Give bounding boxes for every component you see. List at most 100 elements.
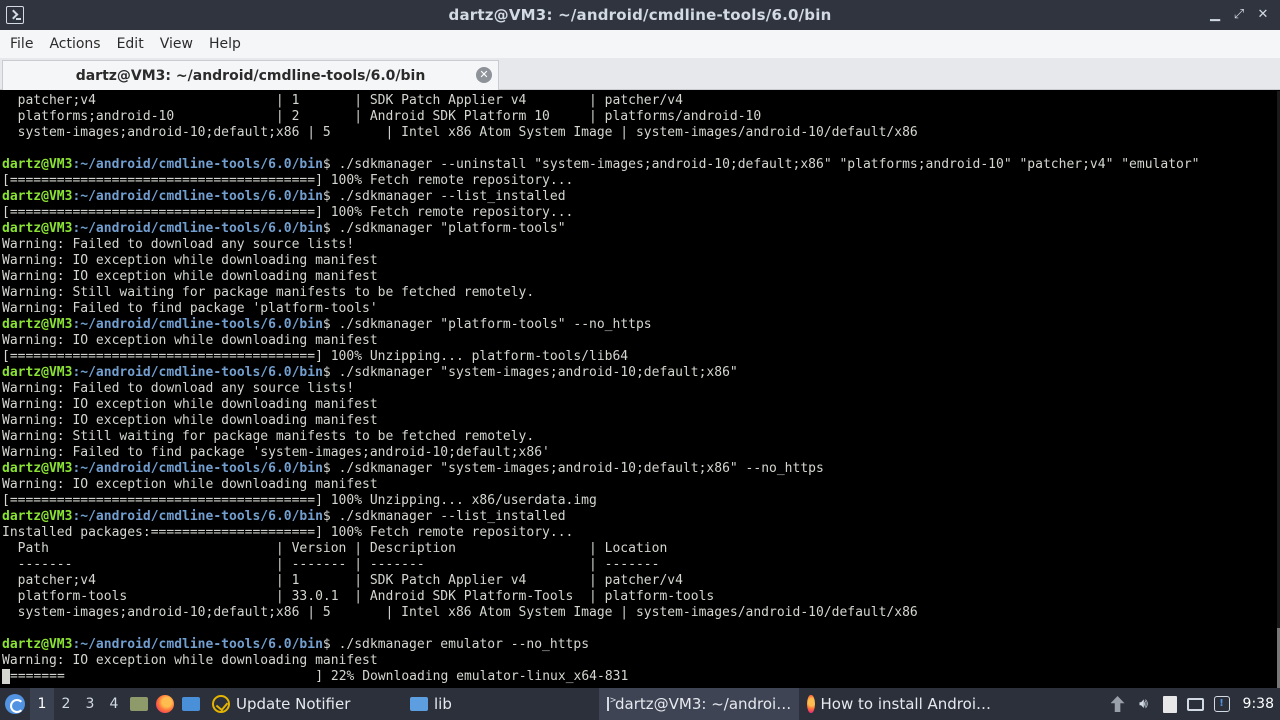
terminal-command-line: dartz@VM3:~/android/cmdline-tools/6.0/bi… xyxy=(0,509,1280,525)
terminal-output-line: Warning: Failed to find package 'system-… xyxy=(2,445,550,460)
terminal-command-line: dartz@VM3:~/android/cmdline-tools/6.0/bi… xyxy=(0,189,1280,205)
terminal-command-line: dartz@VM3:~/android/cmdline-tools/6.0/bi… xyxy=(0,637,1280,653)
terminal-output-line: Warning: Failed to download any source l… xyxy=(2,381,355,396)
prompt-suffix: $ xyxy=(322,637,339,652)
tab-bar: dartz@VM3: ~/android/cmdline-tools/6.0/b… xyxy=(0,58,1280,90)
terminal-command-line: dartz@VM3:~/android/cmdline-tools/6.0/bi… xyxy=(0,461,1280,477)
prompt-user: dartz@VM3 xyxy=(2,189,73,204)
minimize-icon[interactable]: ▁ xyxy=(1206,5,1224,23)
command-text: ./sdkmanager "platform-tools" xyxy=(338,221,566,236)
command-text: ./sdkmanager --uninstall "system-images;… xyxy=(338,157,1200,172)
terminal-output[interactable]: patcher;v4 | 1 | SDK Patch Applier v4 | … xyxy=(0,91,1280,688)
maximize-icon[interactable]: ⤢ xyxy=(1230,5,1248,23)
task-label: dartz@VM3: ~/androi… xyxy=(615,695,792,713)
task-update-notifier[interactable]: Update Notifier xyxy=(204,688,402,720)
command-text: ./sdkmanager "platform-tools" --no_https xyxy=(338,317,652,332)
terminal-icon xyxy=(607,695,616,711)
task-label: Update Notifier xyxy=(236,695,351,713)
task-label: How to install Androi… xyxy=(820,695,991,713)
taskbar: 1 2 3 4 Update Notifier lib dartz@VM3: ~… xyxy=(0,688,1280,720)
launcher-show-desktop[interactable] xyxy=(178,688,204,720)
task-browser[interactable]: How to install Androi… xyxy=(799,688,999,720)
terminal-output-line: Path | Version | Description | Location xyxy=(2,541,668,556)
terminal-output-line: Warning: Failed to download any source l… xyxy=(2,237,355,252)
command-text: ./sdkmanager --list_installed xyxy=(338,189,566,204)
desktop-icon xyxy=(182,697,200,711)
menu-actions[interactable]: Actions xyxy=(41,30,108,58)
prompt-path: :~/android/cmdline-tools/6.0/bin xyxy=(72,365,323,380)
tab-terminal[interactable]: dartz@VM3: ~/android/cmdline-tools/6.0/b… xyxy=(2,60,499,90)
prompt-suffix: $ xyxy=(322,317,339,332)
task-lib[interactable]: lib xyxy=(402,688,599,720)
tray-clipboard-icon[interactable] xyxy=(1161,695,1179,713)
workspace-3[interactable]: 3 xyxy=(78,688,102,720)
workspace-2[interactable]: 2 xyxy=(54,688,78,720)
terminal-output-line: Warning: IO exception while downloading … xyxy=(2,477,378,492)
task-terminal[interactable]: dartz@VM3: ~/androi… xyxy=(599,688,799,720)
menu-help[interactable]: Help xyxy=(201,30,249,58)
prompt-path: :~/android/cmdline-tools/6.0/bin xyxy=(72,317,323,332)
upload-arrow-icon xyxy=(1110,696,1125,712)
folder-icon xyxy=(410,697,428,711)
info-icon: ! xyxy=(1213,696,1230,712)
prompt-user: dartz@VM3 xyxy=(2,461,73,476)
text-cursor xyxy=(2,669,10,684)
prompt-suffix: $ xyxy=(322,157,339,172)
workspace-4[interactable]: 4 xyxy=(102,688,126,720)
terminal-progress-line: ======= ] 22% Downloading emulator-linux… xyxy=(0,669,1280,685)
terminal-command-line: dartz@VM3:~/android/cmdline-tools/6.0/bi… xyxy=(0,157,1280,173)
output-text: ======= ] 22% Downloading emulator-linux… xyxy=(10,669,629,684)
menu-edit[interactable]: Edit xyxy=(109,30,152,58)
prompt-user: dartz@VM3 xyxy=(2,221,73,236)
command-text: ./sdkmanager "system-images;android-10;d… xyxy=(338,365,738,380)
terminal-output-line: Installed packages:=====================… xyxy=(2,525,574,540)
prompt-user: dartz@VM3 xyxy=(2,637,73,652)
command-text: ./sdkmanager "system-images;android-10;d… xyxy=(338,461,824,476)
workspace-1[interactable]: 1 xyxy=(30,688,54,720)
terminal-output-line: platforms;android-10 | 2 | Android SDK P… xyxy=(2,109,762,124)
terminal-output-line: Warning: Still waiting for package manif… xyxy=(2,285,535,300)
tab-label: dartz@VM3: ~/android/cmdline-tools/6.0/b… xyxy=(75,67,426,84)
terminal-output-line: Warning: IO exception while downloading … xyxy=(2,653,378,668)
terminal-output-line: system-images;android-10;default;x86 | 5… xyxy=(2,605,918,620)
terminal-output-line: [=======================================… xyxy=(2,349,629,364)
display-icon xyxy=(1187,697,1205,711)
prompt-user: dartz@VM3 xyxy=(2,509,73,524)
prompt-suffix: $ xyxy=(322,461,339,476)
tray-update-icon[interactable] xyxy=(1109,695,1127,713)
tray-display-icon[interactable] xyxy=(1187,695,1205,713)
terminal-output-line: Warning: IO exception while downloading … xyxy=(2,397,378,412)
terminal-output-line: [=======================================… xyxy=(2,173,574,188)
terminal-output-line: system-images;android-10;default;x86 | 5… xyxy=(2,125,918,140)
terminal-app-icon[interactable] xyxy=(6,6,24,24)
file-manager-icon xyxy=(130,697,148,711)
terminal-output-line: Warning: IO exception while downloading … xyxy=(2,253,378,268)
prompt-path: :~/android/cmdline-tools/6.0/bin xyxy=(72,509,323,524)
terminal-command-line: dartz@VM3:~/android/cmdline-tools/6.0/bi… xyxy=(0,365,1280,381)
terminal-output-line: Warning: IO exception while downloading … xyxy=(2,269,378,284)
prompt-user: dartz@VM3 xyxy=(2,317,73,332)
window-titlebar: dartz@VM3: ~/android/cmdline-tools/6.0/b… xyxy=(0,0,1280,30)
system-tray: 🔊︎ ! 9:38 xyxy=(1109,688,1280,720)
clock[interactable]: 9:38 xyxy=(1239,696,1274,712)
note-icon xyxy=(1162,695,1177,713)
start-menu-button[interactable] xyxy=(0,688,30,720)
tab-close-icon[interactable]: ✕ xyxy=(476,67,492,83)
prompt-user: dartz@VM3 xyxy=(2,157,73,172)
volume-icon[interactable]: 🔊︎ xyxy=(1135,695,1153,713)
menu-file[interactable]: File xyxy=(2,30,41,58)
terminal-output-line: Warning: IO exception while downloading … xyxy=(2,333,378,348)
menu-view[interactable]: View xyxy=(152,30,201,58)
launcher-firefox[interactable] xyxy=(152,688,178,720)
tray-notification-icon[interactable]: ! xyxy=(1213,695,1231,713)
task-label: lib xyxy=(434,695,452,713)
terminal-output-line: patcher;v4 | 1 | SDK Patch Applier v4 | … xyxy=(2,573,683,588)
prompt-suffix: $ xyxy=(322,509,339,524)
prompt-path: :~/android/cmdline-tools/6.0/bin xyxy=(72,461,323,476)
close-icon[interactable]: ✕ xyxy=(1254,5,1272,23)
command-text: ./sdkmanager --list_installed xyxy=(338,509,566,524)
terminal-command-line: dartz@VM3:~/android/cmdline-tools/6.0/bi… xyxy=(0,221,1280,237)
launcher-file-manager[interactable] xyxy=(126,688,152,720)
window-title: dartz@VM3: ~/android/cmdline-tools/6.0/b… xyxy=(448,6,832,24)
